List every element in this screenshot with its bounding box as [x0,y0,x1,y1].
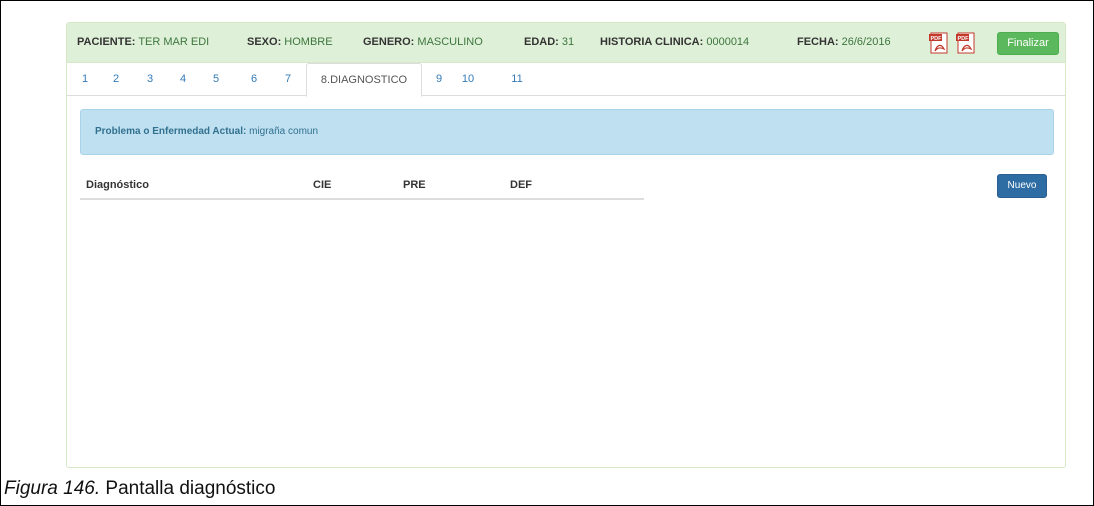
tab-11[interactable]: 11 [507,63,527,96]
tab-9[interactable]: 9 [431,63,447,96]
sexo-label: SEXO: [247,36,282,48]
svg-text:PDF: PDF [958,36,970,42]
genero-field: GENERO: MASCULINO [363,36,483,48]
figure-number: Figura 146. [4,478,101,499]
tab-6[interactable]: 6 [246,63,262,96]
edad-value: 31 [561,36,575,48]
column-header-cie: CIE [313,179,332,191]
current-problem-label: Problema o Enfermedad Actual: [95,126,247,137]
pdf-icon[interactable]: PDF [956,32,976,54]
tab-1[interactable]: 1 [77,63,93,96]
tab-bar: 1 2 3 4 5 6 7 8.DIAGNOSTICO 9 10 11 [67,63,1065,97]
patient-panel: PACIENTE: TER MAR EDI SEXO: HOMBRE GENER… [66,22,1066,468]
genero-label: GENERO: [363,36,415,48]
paciente-label: PACIENTE: [77,36,136,48]
fecha-label: FECHA: [797,36,839,48]
pdf-icon[interactable]: PDF [929,32,949,54]
edad-label: EDAD: [524,36,559,48]
column-header-diagnostico: Diagnóstico [86,179,149,191]
figure-caption: Figura 146. Pantalla diagnóstico [4,478,275,500]
paciente-field: PACIENTE: TER MAR EDI [77,36,209,48]
historia-clinica-value: 0000014 [706,36,750,48]
paciente-value: TER MAR EDI [138,36,210,48]
column-header-pre: PRE [403,179,426,191]
finalizar-button[interactable]: Finalizar [997,32,1059,55]
column-header-def: DEF [510,179,532,191]
historia-clinica-field: HISTORIA CLINICA: 0000014 [600,36,749,48]
diagnosis-table: Diagnóstico CIE PRE DEF [80,171,644,200]
nuevo-button[interactable]: Nuevo [997,174,1047,198]
edad-field: EDAD: 31 [524,36,574,48]
sexo-field: SEXO: HOMBRE [247,36,333,48]
sexo-value: HOMBRE [284,36,333,48]
historia-clinica-label: HISTORIA CLINICA: [600,36,704,48]
diagnosis-table-header: Diagnóstico CIE PRE DEF [80,171,644,200]
tab-4[interactable]: 4 [175,63,191,96]
tab-10[interactable]: 10 [456,63,480,96]
tab-7[interactable]: 7 [280,63,296,96]
fecha-field: FECHA: 26/6/2016 [797,36,891,48]
tab-3[interactable]: 3 [142,63,158,96]
patient-info-bar: PACIENTE: TER MAR EDI SEXO: HOMBRE GENER… [67,23,1065,63]
current-problem-alert: Problema o Enfermedad Actual: migraña co… [80,109,1054,155]
tab-diagnostico[interactable]: 8.DIAGNOSTICO [306,63,422,97]
genero-value: MASCULINO [417,36,483,48]
svg-text:PDF: PDF [931,36,943,42]
figure-text: Pantalla diagnóstico [105,478,276,499]
current-problem-value: migraña comun [249,126,319,137]
fecha-value: 26/6/2016 [841,36,891,48]
tab-5[interactable]: 5 [208,63,224,96]
tab-2[interactable]: 2 [108,63,124,96]
